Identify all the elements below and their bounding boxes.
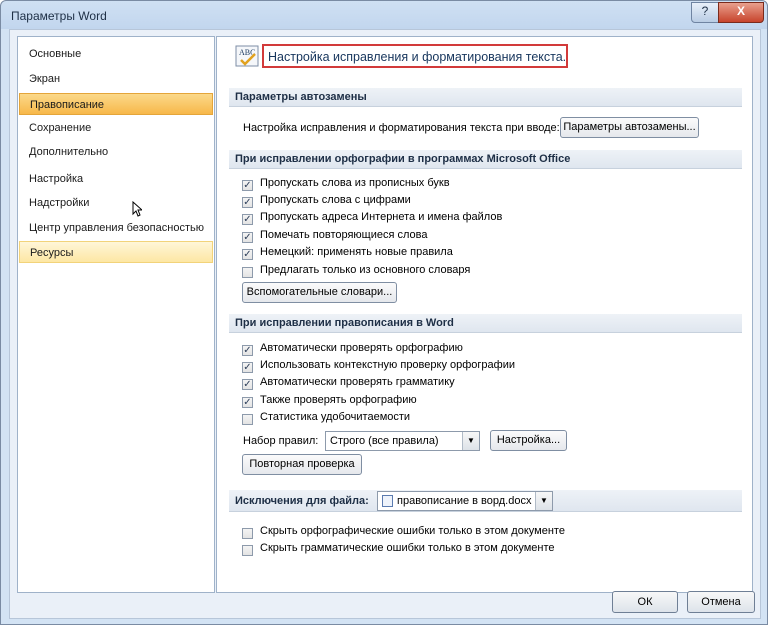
checkbox[interactable]: ✓ [242,379,253,390]
autocorrect-options-button[interactable]: Параметры автозамены... [560,117,699,138]
nav-item-customize[interactable]: Настройка [19,168,213,190]
cancel-button[interactable]: Отмена [687,591,755,613]
checkbox[interactable]: ✓ [242,232,253,243]
ruleset-select[interactable]: Строго (все правила) ▼ [325,431,480,451]
checkbox[interactable] [242,267,253,278]
checkbox-label: Скрыть грамматические ошибки только в эт… [260,542,555,554]
word-document-icon [382,495,393,508]
category-nav: Основные Экран Правописание Сохранение Д… [17,36,215,593]
ruleset-value: Строго (все правила) [330,435,439,447]
checkbox[interactable]: ✓ [242,249,253,260]
header-highlight: Настройка исправления и форматирования т… [262,44,568,68]
options-dialog: Параметры Word ? X Основные Экран Правоп… [0,0,768,625]
custom-dictionaries-button[interactable]: Вспомогательные словари... [242,282,397,303]
checkbox-label: Пропускать адреса Интернета и имена файл… [260,211,503,223]
checkbox[interactable]: ✓ [242,397,253,408]
checkbox[interactable] [242,545,253,556]
autocorrect-description: Настройка исправления и форматирования т… [243,122,560,134]
checkbox-label: Автоматически проверять грамматику [260,376,455,388]
nav-item-advanced[interactable]: Дополнительно [19,141,213,163]
nav-item-addins[interactable]: Надстройки [19,192,213,214]
dialog-body: Основные Экран Правописание Сохранение Д… [9,29,761,619]
checkbox-label: Использовать контекстную проверку орфогр… [260,359,515,371]
section-word-spelling: При исправлении правописания в Word [229,314,742,333]
checkbox-label: Пропускать слова из прописных букв [260,177,450,189]
checkbox-label: Помечать повторяющиеся слова [260,229,428,241]
ruleset-label: Набор правил: [243,435,319,447]
checkbox-label: Автоматически проверять орфографию [260,342,463,354]
nav-item-resources[interactable]: Ресурсы [19,241,213,263]
checkbox-label: Немецкий: применять новые правила [260,246,453,258]
title-bar[interactable]: Параметры Word ? X [1,1,767,29]
checkbox-label: Статистика удобочитаемости [260,411,411,423]
nav-item-trust-center[interactable]: Центр управления безопасностью [19,217,213,239]
exceptions-file-value: правописание в ворд.docx [397,495,532,507]
nav-item-save[interactable]: Сохранение [19,117,213,139]
proofing-panel: ABC Настройка исправления и форматирован… [216,36,753,593]
page-title: Настройка исправления и форматирования т… [268,50,567,64]
section-office-spelling: При исправлении орфографии в программах … [229,150,742,169]
checkbox-label: Пропускать слова с цифрами [260,194,411,206]
abc-spelling-icon: ABC [235,45,259,67]
checkbox-label: Скрыть орфографические ошибки только в э… [260,525,565,537]
checkbox[interactable]: ✓ [242,362,253,373]
checkbox[interactable]: ✓ [242,345,253,356]
nav-item-general[interactable]: Основные [19,43,213,65]
checkbox-label: Предлагать только из основного словаря [260,264,471,276]
checkbox[interactable]: ✓ [242,197,253,208]
chevron-down-icon[interactable]: ▼ [462,432,479,450]
ok-button[interactable]: ОК [612,591,678,613]
checkbox[interactable] [242,414,253,425]
checkbox[interactable]: ✓ [242,180,253,191]
nav-item-display[interactable]: Экран [19,68,213,90]
checkbox-label: Также проверять орфографию [260,394,417,406]
close-button[interactable]: X [718,2,764,23]
section-autocorrect: Параметры автозамены [229,88,742,107]
checkbox[interactable]: ✓ [242,214,253,225]
chevron-down-icon[interactable]: ▼ [535,492,552,510]
nav-item-proofing[interactable]: Правописание [19,93,213,115]
exceptions-file-select[interactable]: правописание в ворд.docx ▼ [377,491,553,511]
recheck-document-button[interactable]: Повторная проверка [242,454,362,475]
checkbox[interactable] [242,528,253,539]
grammar-settings-button[interactable]: Настройка... [490,430,567,451]
help-button[interactable]: ? [691,2,719,23]
mouse-cursor-icon [132,201,142,217]
window-title: Параметры Word [11,9,107,23]
